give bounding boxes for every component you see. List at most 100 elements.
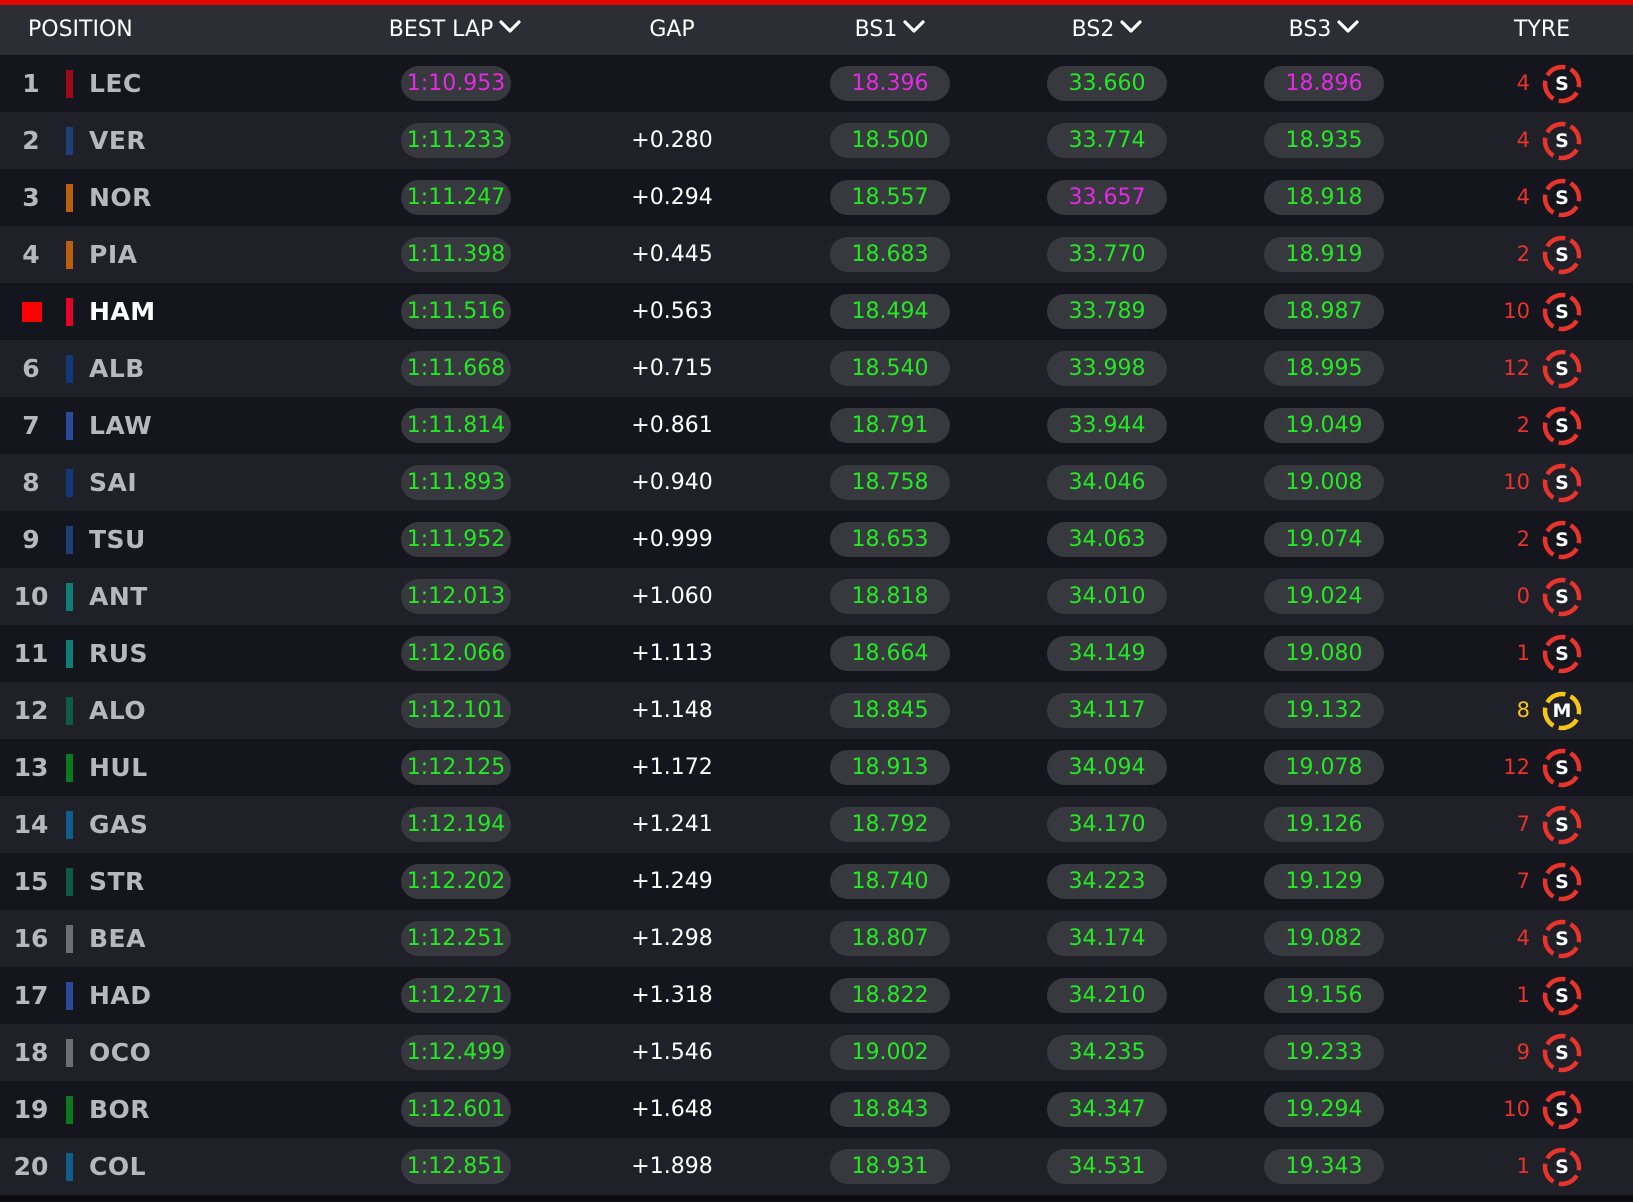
team-color-bar: [66, 1039, 73, 1067]
table-row[interactable]: 11 RUS 1:12.066 +1.113 18.664 34.149 19.080 1 S: [0, 625, 1633, 682]
header-bs1[interactable]: BS1: [830, 5, 950, 55]
chevron-down-icon: [499, 3, 521, 53]
header-best-lap[interactable]: BEST LAP: [380, 5, 530, 55]
position-number: 2: [22, 126, 40, 155]
best-lap-time: 1:12.499: [401, 1035, 511, 1070]
tyre-laps: 2: [1516, 413, 1530, 437]
driver-code[interactable]: COL: [89, 1138, 146, 1195]
bs2-time: 34.174: [1047, 921, 1167, 956]
soft-tyre-icon: S: [1542, 463, 1582, 503]
tyre-laps: 1: [1516, 983, 1530, 1007]
soft-tyre-icon: S: [1542, 748, 1582, 788]
driver-code[interactable]: HAD: [89, 967, 152, 1024]
soft-tyre-icon: S: [1542, 121, 1582, 161]
table-row[interactable]: 15 STR 1:12.202 +1.249 18.740 34.223 19.129 7 S: [0, 853, 1633, 910]
gap-value: +1.546: [631, 1040, 713, 1065]
table-row[interactable]: 6 ALB 1:11.668 +0.715 18.540 33.998 18.995 12 S: [0, 340, 1633, 397]
best-lap-time: 1:12.851: [401, 1149, 511, 1184]
driver-code[interactable]: RUS: [89, 625, 148, 682]
driver-code[interactable]: BEA: [89, 910, 146, 967]
table-row[interactable]: 10 ANT 1:12.013 +1.060 18.818 34.010 19.024 0 S: [0, 568, 1633, 625]
bs1-time: 18.931: [830, 1149, 950, 1184]
bs2-time: 33.770: [1047, 237, 1167, 272]
driver-code[interactable]: STR: [89, 853, 145, 910]
gap-value: +0.445: [631, 242, 713, 267]
header-bs3[interactable]: BS3: [1264, 5, 1384, 55]
driver-code[interactable]: ALO: [89, 682, 146, 739]
table-row[interactable]: 8 SAI 1:11.893 +0.940 18.758 34.046 19.008 10 S: [0, 454, 1633, 511]
gap-value: +1.241: [631, 812, 713, 837]
header-bs2[interactable]: BS2: [1047, 5, 1167, 55]
position-number: 6: [22, 354, 40, 383]
bs3-time: 18.935: [1264, 123, 1384, 158]
driver-code[interactable]: ANT: [89, 568, 148, 625]
bs1-time: 18.740: [830, 864, 950, 899]
tyre-laps: 4: [1516, 71, 1530, 95]
position-number: 1: [22, 69, 40, 98]
table-row[interactable]: 13 HUL 1:12.125 +1.172 18.913 34.094 19.078 12 S: [0, 739, 1633, 796]
tyre-compound-letter: S: [1555, 1042, 1569, 1064]
team-color-bar: [66, 868, 73, 896]
team-color-bar: [66, 241, 73, 269]
bs1-time: 19.002: [830, 1035, 950, 1070]
table-row[interactable]: 7 LAW 1:11.814 +0.861 18.791 33.944 19.049 2 S: [0, 397, 1633, 454]
driver-code[interactable]: HAM: [89, 283, 156, 340]
team-color-bar: [66, 1096, 73, 1124]
driver-code[interactable]: OCO: [89, 1024, 151, 1081]
bs2-time: 34.063: [1047, 522, 1167, 557]
driver-code[interactable]: PIA: [89, 226, 137, 283]
bs3-time: 19.294: [1264, 1092, 1384, 1127]
table-row[interactable]: 14 GAS 1:12.194 +1.241 18.792 34.170 19.126 7 S: [0, 796, 1633, 853]
driver-code[interactable]: ALB: [89, 340, 145, 397]
header-position[interactable]: POSITION: [28, 5, 133, 55]
tyre-compound-letter: S: [1555, 814, 1569, 836]
driver-code[interactable]: TSU: [89, 511, 146, 568]
table-row[interactable]: 2 VER 1:11.233 +0.280 18.500 33.774 18.935 4 S: [0, 112, 1633, 169]
position-number: 15: [13, 867, 49, 896]
bs1-time: 18.557: [830, 180, 950, 215]
best-lap-time: 1:11.814: [401, 408, 511, 443]
driver-code[interactable]: NOR: [89, 169, 152, 226]
soft-tyre-icon: S: [1542, 178, 1582, 218]
table-row[interactable]: 12 ALO 1:12.101 +1.148 18.845 34.117 19.132 8 M: [0, 682, 1633, 739]
bs1-time: 18.500: [830, 123, 950, 158]
driver-code[interactable]: LAW: [89, 397, 152, 454]
tyre-laps: 10: [1503, 1097, 1530, 1121]
table-row[interactable]: HAM 1:11.516 +0.563 18.494 33.789 18.987 10 S: [0, 283, 1633, 340]
tyre-compound-letter: S: [1555, 1156, 1569, 1178]
table-row[interactable]: 17 HAD 1:12.271 +1.318 18.822 34.210 19.156 1 S: [0, 967, 1633, 1024]
header-position-label: POSITION: [28, 17, 133, 42]
bs3-time: 18.918: [1264, 180, 1384, 215]
driver-code[interactable]: BOR: [89, 1081, 150, 1138]
driver-code[interactable]: SAI: [89, 454, 137, 511]
soft-tyre-icon: S: [1542, 406, 1582, 446]
table-row[interactable]: 16 BEA 1:12.251 +1.298 18.807 34.174 19.082 4 S: [0, 910, 1633, 967]
position-number: 11: [13, 639, 49, 668]
table-row[interactable]: 4 PIA 1:11.398 +0.445 18.683 33.770 18.919 2 S: [0, 226, 1633, 283]
table-row[interactable]: 1 LEC 1:10.953 18.396 33.660 18.896 4 S: [0, 55, 1633, 112]
team-color-bar: [66, 127, 73, 155]
table-row[interactable]: 9 TSU 1:11.952 +0.999 18.653 34.063 19.074 2 S: [0, 511, 1633, 568]
gap-value: +0.999: [631, 527, 713, 552]
header-tyre[interactable]: TYRE: [1500, 5, 1584, 55]
driver-code[interactable]: LEC: [89, 55, 142, 112]
table-row[interactable]: 18 OCO 1:12.499 +1.546 19.002 34.235 19.233 9 S: [0, 1024, 1633, 1081]
table-row[interactable]: 19 BOR 1:12.601 +1.648 18.843 34.347 19.294 10 S: [0, 1081, 1633, 1138]
bs3-time: 18.919: [1264, 237, 1384, 272]
best-lap-time: 1:12.066: [401, 636, 511, 671]
driver-code[interactable]: VER: [89, 112, 146, 169]
soft-tyre-icon: S: [1542, 520, 1582, 560]
table-row[interactable]: 3 NOR 1:11.247 +0.294 18.557 33.657 18.918 4 S: [0, 169, 1633, 226]
best-lap-time: 1:12.125: [401, 750, 511, 785]
bs1-time: 18.791: [830, 408, 950, 443]
table-row[interactable]: 20 COL 1:12.851 +1.898 18.931 34.531 19.343 1 S: [0, 1138, 1633, 1195]
position-number: 20: [13, 1152, 49, 1181]
tyre-compound-letter: S: [1555, 187, 1569, 209]
bs2-time: 34.531: [1047, 1149, 1167, 1184]
position-number: 16: [13, 924, 49, 953]
driver-code[interactable]: HUL: [89, 739, 148, 796]
driver-code[interactable]: GAS: [89, 796, 148, 853]
bs1-time: 18.758: [830, 465, 950, 500]
bs3-time: 19.082: [1264, 921, 1384, 956]
header-gap[interactable]: GAP: [612, 5, 732, 55]
